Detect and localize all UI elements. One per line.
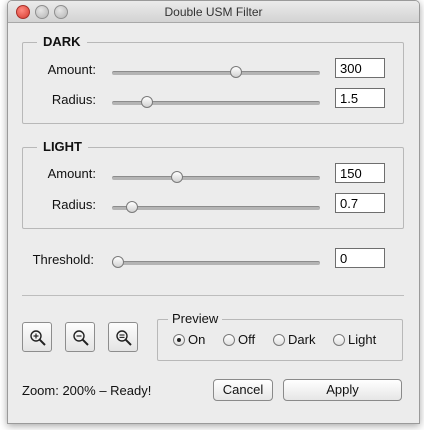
apply-button[interactable]: Apply — [283, 379, 402, 401]
zoom-out-button[interactable] — [65, 322, 95, 352]
light-amount-label: Amount: — [47, 166, 96, 181]
preview-radio-dark[interactable] — [273, 334, 285, 346]
light-amount-slider[interactable] — [112, 171, 320, 183]
threshold-label: Threshold: — [32, 252, 94, 267]
dark-group-label: DARK — [37, 35, 87, 49]
light-amount-knob[interactable] — [170, 171, 183, 183]
preview-radio-on[interactable] — [173, 334, 185, 346]
preview-group-label: Preview — [168, 312, 223, 326]
dark-group: DARK — [22, 35, 404, 124]
light-amount-field[interactable] — [335, 163, 385, 183]
preview-option-off-label: Off — [238, 332, 256, 347]
light-radius-slider[interactable] — [112, 201, 320, 213]
zoom-in-button[interactable] — [22, 322, 52, 352]
light-group: LIGHT — [22, 140, 404, 229]
preview-radio-off[interactable] — [223, 334, 235, 346]
preview-option-dark-label: Dark — [288, 332, 316, 347]
title-bar: Double USM Filter — [8, 1, 419, 23]
zoom-fit-button[interactable] — [108, 322, 138, 352]
light-radius-label: Radius: — [51, 197, 96, 212]
dark-amount-field[interactable] — [335, 58, 385, 78]
light-group-label: LIGHT — [37, 140, 88, 154]
window-title: Double USM Filter — [164, 5, 263, 19]
threshold-knob[interactable] — [112, 256, 124, 268]
light-radius-knob[interactable] — [125, 201, 138, 213]
dark-amount-knob[interactable] — [229, 66, 242, 78]
light-radius-field[interactable] — [335, 193, 385, 213]
preview-radio-light[interactable] — [333, 334, 345, 346]
preview-group: Preview On Off Dark Light — [157, 312, 403, 361]
dark-amount-label: Amount: — [47, 62, 96, 77]
filter-window: Double USM Filter DARK Amount: Radius: L… — [7, 0, 420, 424]
dark-radius-slider[interactable] — [112, 96, 320, 108]
zoom-fit-icon — [116, 330, 132, 346]
threshold-slider[interactable] — [112, 256, 320, 268]
preview-option-on-label: On — [188, 332, 206, 347]
cancel-button[interactable]: Cancel — [213, 379, 273, 401]
dark-radius-field[interactable] — [335, 88, 385, 108]
divider — [22, 295, 404, 296]
dark-amount-slider[interactable] — [112, 66, 320, 78]
dark-radius-label: Radius: — [51, 92, 96, 107]
status-text: Zoom: 200% – Ready! — [22, 383, 152, 398]
threshold-field[interactable] — [335, 248, 385, 268]
zoom-in-icon — [30, 330, 46, 346]
preview-option-light-label: Light — [348, 332, 377, 347]
zoom-out-icon — [73, 330, 89, 346]
